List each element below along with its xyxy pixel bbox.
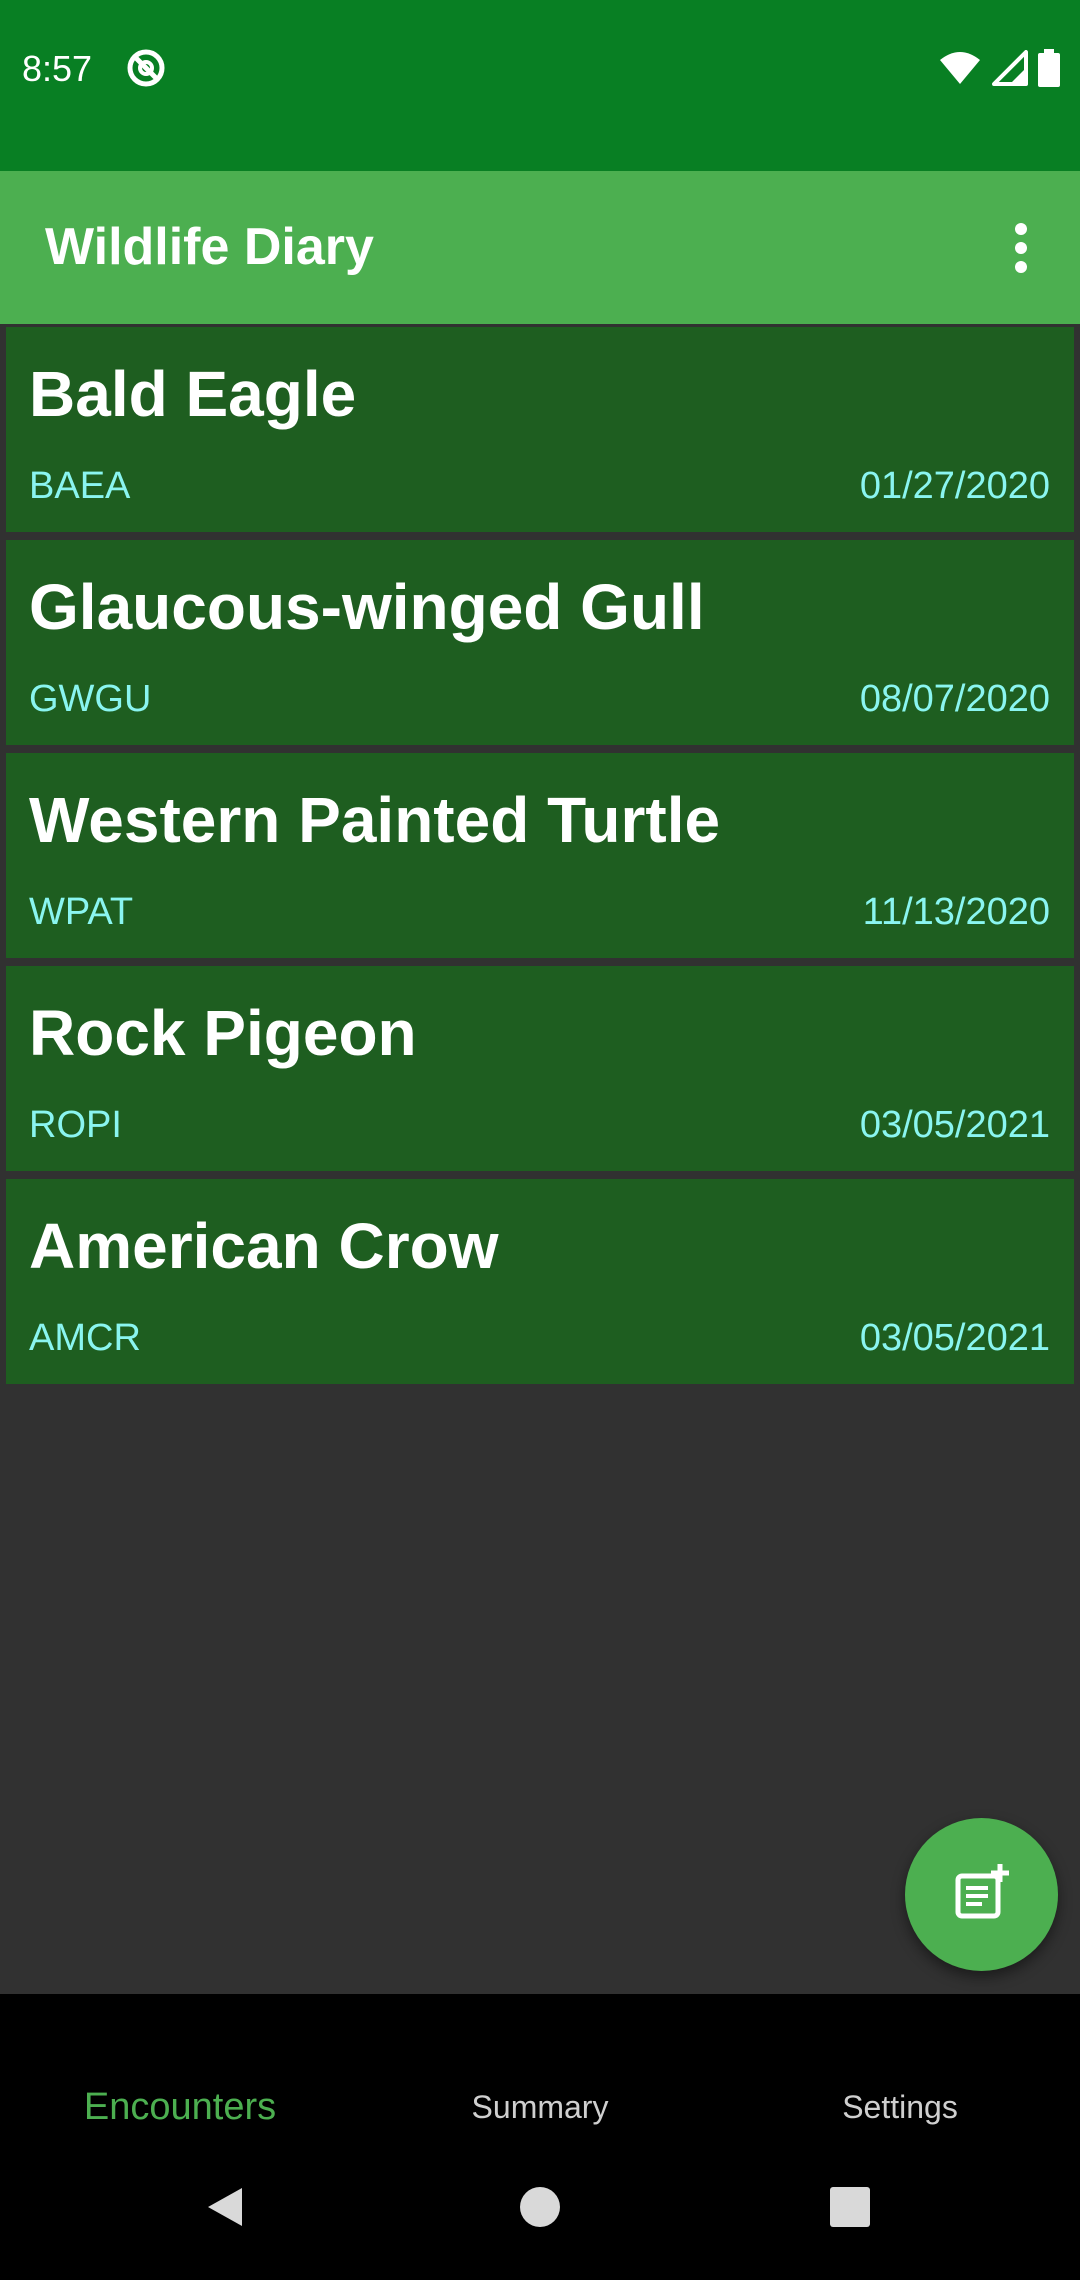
encounter-card-bald-eagle[interactable]: Bald Eagle BAEA 01/27/2020 (6, 327, 1074, 532)
encounter-name: Bald Eagle (29, 358, 357, 430)
encounter-name: Glaucous-winged Gull (29, 571, 705, 643)
home-icon[interactable] (480, 2134, 600, 2280)
encounter-date: 08/07/2020 (859, 678, 1050, 720)
encounter-code: ROPI (29, 1104, 122, 1146)
status-bar: 8:57 (0, 0, 1080, 171)
more-vert-icon[interactable] (986, 213, 1056, 283)
app-bar: Wildlife Diary (0, 171, 1080, 324)
cell-signal-icon (992, 50, 1028, 86)
nav-summary[interactable]: Summary (360, 1994, 720, 2134)
encounter-date: 03/05/2021 (859, 1104, 1050, 1146)
note-add-icon (952, 1862, 1012, 1927)
encounter-card-glaucous-winged-gull[interactable]: Glaucous-winged Gull GWGU 08/07/2020 (6, 540, 1074, 745)
bottom-nav: Encounters Summary Settings (0, 1994, 1080, 2134)
nav-settings[interactable]: Settings (720, 1994, 1080, 2134)
status-time: 8:57 (22, 48, 93, 89)
wifi-icon (938, 50, 982, 86)
encounter-code: WPAT (29, 891, 134, 933)
encounter-date: 03/05/2021 (859, 1317, 1050, 1359)
app-title: Wildlife Diary (45, 218, 374, 276)
encounter-date: 01/27/2020 (859, 465, 1050, 507)
encounter-name: American Crow (29, 1210, 499, 1282)
nav-encounters[interactable]: Encounters (0, 1994, 360, 2134)
encounter-code: BAEA (29, 465, 131, 507)
encounter-name: Western Painted Turtle (29, 784, 721, 856)
encounter-code: AMCR (29, 1317, 141, 1359)
recents-icon[interactable] (790, 2134, 910, 2280)
encounter-card-western-painted-turtle[interactable]: Western Painted Turtle WPAT 11/13/2020 (6, 753, 1074, 958)
battery-icon (1038, 49, 1060, 87)
system-nav (0, 2134, 1080, 2280)
encounter-code: GWGU (29, 678, 152, 720)
encounter-card-rock-pigeon[interactable]: Rock Pigeon ROPI 03/05/2021 (6, 966, 1074, 1171)
sync-off-icon (124, 46, 168, 90)
encounter-card-american-crow[interactable]: American Crow AMCR 03/05/2021 (6, 1179, 1074, 1384)
encounter-date: 11/13/2020 (862, 891, 1050, 933)
screen: 8:57 Wildlife Diary Bald Eagle BAEA 01/2… (0, 0, 1080, 2280)
status-icons (938, 46, 1060, 90)
back-icon[interactable] (165, 2134, 285, 2280)
add-encounter-button[interactable] (905, 1818, 1058, 1971)
encounter-name: Rock Pigeon (29, 997, 417, 1069)
